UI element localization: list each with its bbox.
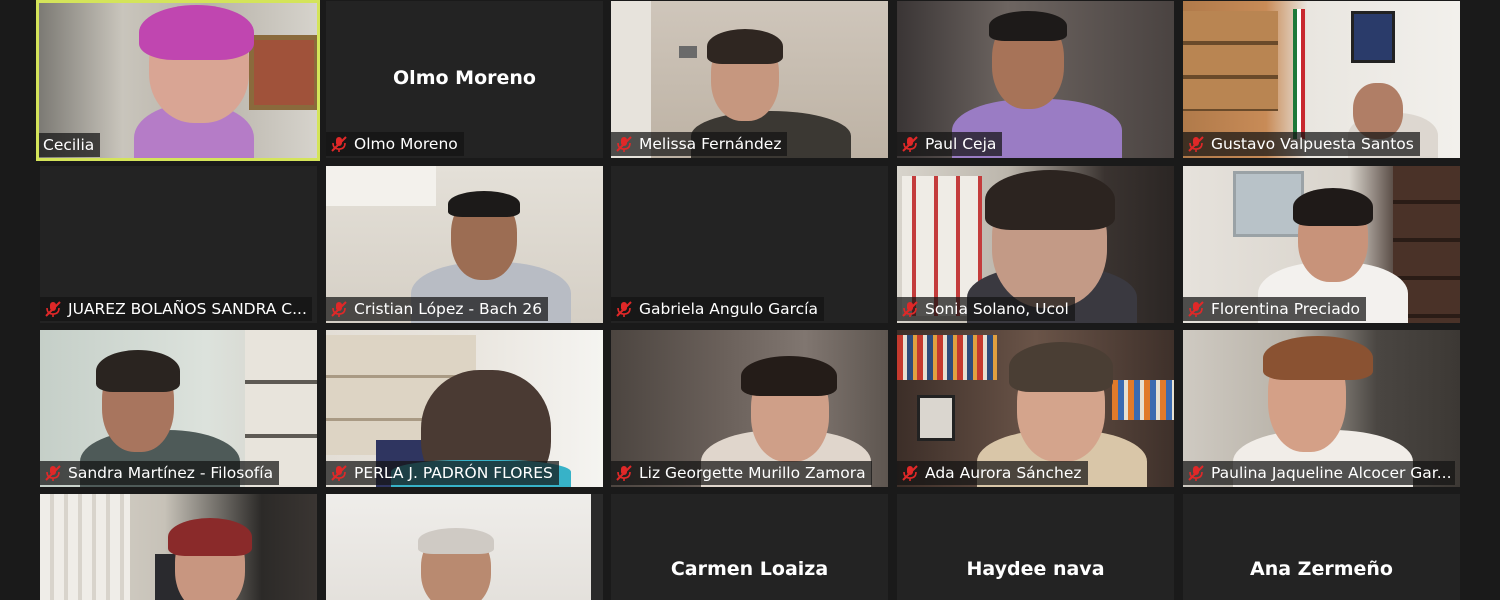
- person-hair: [139, 5, 254, 60]
- muted-microphone-icon: [902, 136, 918, 152]
- wall-frame: [679, 46, 697, 58]
- video-tile-melissa-fernandez[interactable]: Melissa Fernández: [611, 1, 888, 158]
- video-tile-cristian-lopez[interactable]: Cristian López - Bach 26: [326, 166, 603, 323]
- video-tile-gabriela-angulo-garcia[interactable]: Gabriela Angulo García: [611, 166, 888, 323]
- person-hair: [985, 170, 1115, 230]
- video-tile-olmo-moreno[interactable]: Olmo Moreno Olmo Moreno: [326, 1, 603, 158]
- muted-microphone-icon: [616, 136, 632, 152]
- books: [897, 335, 997, 380]
- participant-name-label: PERLA J. PADRÓN FLORES: [326, 461, 559, 485]
- muted-microphone-icon: [902, 465, 918, 481]
- person-hair: [1263, 336, 1373, 380]
- participant-name-label: Paulina Jaqueline Alcocer Gar...: [1183, 461, 1455, 485]
- participant-name-label: Melissa Fernández: [611, 132, 788, 156]
- muted-microphone-icon: [45, 465, 61, 481]
- participant-name-label: Liz Georgette Murillo Zamora: [611, 461, 872, 485]
- person-hair: [448, 191, 520, 217]
- participant-name-label: Paul Ceja: [897, 132, 1003, 156]
- picture-frame: [917, 395, 955, 441]
- window-blinds: [40, 494, 130, 600]
- video-tile-sonia-solano[interactable]: Sonia Solano, Ucol: [897, 166, 1174, 323]
- edge: [591, 494, 603, 600]
- participant-name-label: Cristian López - Bach 26: [326, 297, 549, 321]
- muted-microphone-icon: [616, 301, 632, 317]
- muted-microphone-icon: [902, 301, 918, 317]
- video-tile-gustavo-valpuesta-santos[interactable]: Gustavo Valpuesta Santos: [1183, 1, 1460, 158]
- video-feed: [40, 494, 317, 600]
- video-tile-ada-aurora-sanchez[interactable]: Ada Aurora Sánchez: [897, 330, 1174, 487]
- video-tile-liz-georgette-murillo-zamora[interactable]: Liz Georgette Murillo Zamora: [611, 330, 888, 487]
- person-face: [1353, 83, 1403, 139]
- video-tile-ana-zermeno[interactable]: Ana Zermeño: [1183, 494, 1460, 600]
- person-hair: [1009, 342, 1113, 392]
- muted-microphone-icon: [45, 301, 61, 317]
- participant-name-label: JUAREZ BOLAÑOS SANDRA C...: [40, 297, 312, 321]
- participant-name-label: Gustavo Valpuesta Santos: [1183, 132, 1420, 156]
- participant-name-label: Gabriela Angulo García: [611, 297, 824, 321]
- video-tile-paulina-jaqueline-alcocer[interactable]: Paulina Jaqueline Alcocer Gar...: [1183, 330, 1460, 487]
- books: [1112, 380, 1174, 420]
- video-tile-paul-ceja[interactable]: Paul Ceja: [897, 1, 1174, 158]
- person-hair: [168, 518, 252, 556]
- window: [326, 166, 436, 206]
- muted-microphone-icon: [1188, 301, 1204, 317]
- participant-name-label: Ada Aurora Sánchez: [897, 461, 1088, 485]
- muted-microphone-icon: [1188, 136, 1204, 152]
- person-hair: [989, 11, 1067, 41]
- video-tile-participant-16[interactable]: [40, 494, 317, 600]
- video-feed: [326, 494, 603, 600]
- video-tile-carmen-loaiza[interactable]: Carmen Loaiza: [611, 494, 888, 600]
- person-hair: [418, 528, 494, 554]
- person-hair: [707, 29, 783, 64]
- muted-microphone-icon: [331, 301, 347, 317]
- participant-display-name: Olmo Moreno: [393, 67, 536, 89]
- person-hair: [1293, 188, 1373, 226]
- muted-microphone-icon: [331, 136, 347, 152]
- video-tile-perla-padron-flores[interactable]: PERLA J. PADRÓN FLORES: [326, 330, 603, 487]
- wall-picture: [249, 35, 317, 110]
- video-tile-sandra-martinez[interactable]: Sandra Martínez - Filosofía: [40, 330, 317, 487]
- person-hair: [96, 350, 180, 392]
- bookshelf: [1183, 11, 1278, 111]
- video-tile-haydee-nava[interactable]: Haydee nava: [897, 494, 1174, 600]
- participant-name-label: Florentina Preciado: [1183, 297, 1367, 321]
- muted-microphone-icon: [1188, 465, 1204, 481]
- person-hair: [741, 356, 837, 396]
- flag: [1293, 9, 1305, 139]
- video-tile-juarez-bolanos-sandra[interactable]: JUAREZ BOLAÑOS SANDRA C...: [40, 166, 317, 323]
- video-tile-cecilia[interactable]: Cecilia: [36, 0, 320, 161]
- participant-display-name: Haydee nava: [966, 558, 1105, 580]
- participant-display-name: Ana Zermeño: [1250, 558, 1393, 580]
- participant-name-label: Sandra Martínez - Filosofía: [40, 461, 280, 485]
- video-tile-florentina-preciado[interactable]: Florentina Preciado: [1183, 166, 1460, 323]
- muted-microphone-icon: [331, 465, 347, 481]
- participant-name-label: Cecilia: [39, 133, 101, 157]
- participant-display-name: Carmen Loaiza: [670, 558, 829, 580]
- participant-name-label: Sonia Solano, Ucol: [897, 297, 1075, 321]
- wall-portrait: [1351, 11, 1395, 63]
- participant-name-label: Olmo Moreno: [326, 132, 464, 156]
- muted-microphone-icon: [616, 465, 632, 481]
- video-tile-participant-17[interactable]: [326, 494, 603, 600]
